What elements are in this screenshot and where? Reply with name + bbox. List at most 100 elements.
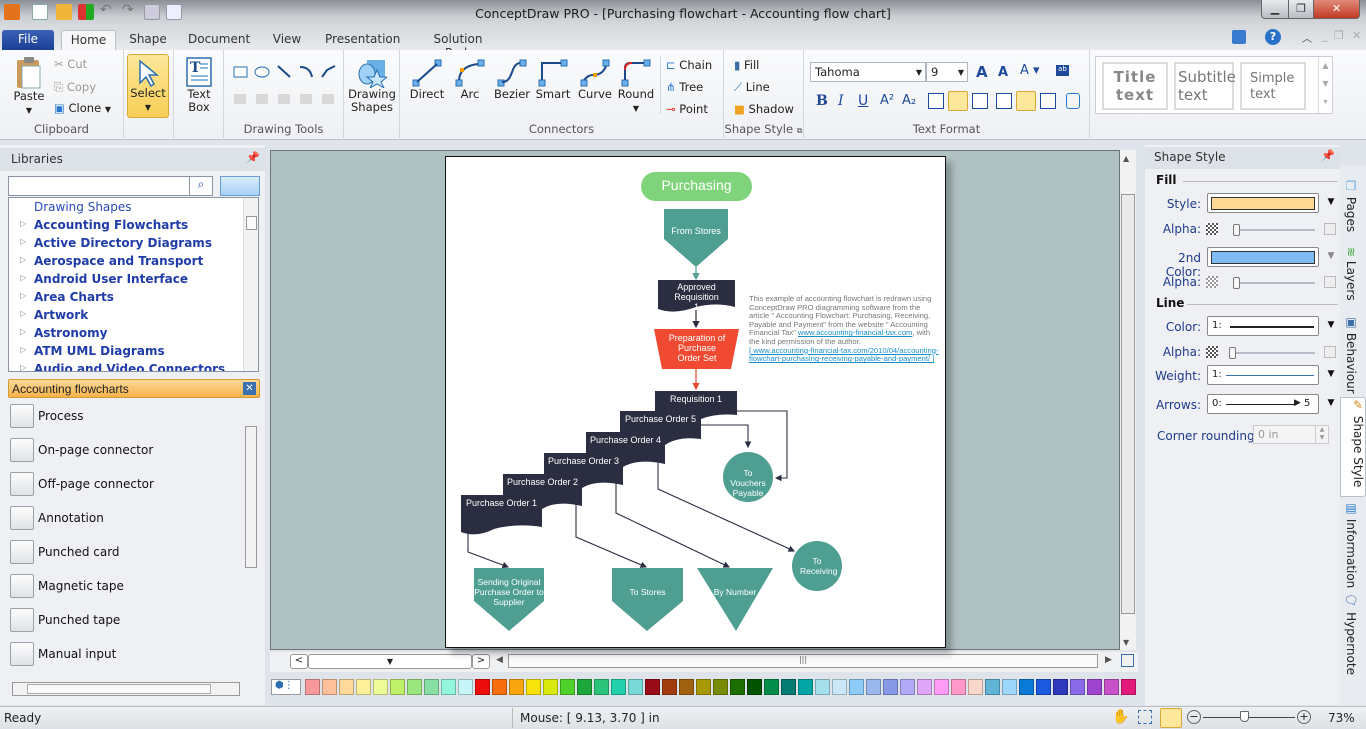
palette-swatch[interactable] [1002,679,1017,695]
connector-arc-button[interactable]: Arc [452,58,488,101]
slider-thumb[interactable] [1233,224,1240,236]
palette-swatch[interactable] [305,679,320,695]
tab-view[interactable]: View [270,30,304,50]
superscript-button[interactable]: A² [880,93,894,108]
italic-button[interactable]: I [838,93,844,109]
from-stores-shape[interactable] [664,209,728,267]
palette-swatch[interactable] [594,679,609,695]
palette-swatch[interactable] [407,679,422,695]
side-tab-hypernote[interactable]: 🗨 Hypernote [1344,593,1358,675]
slider-thumb[interactable] [1229,347,1236,359]
chevron-down-icon[interactable]: ▼ [1324,320,1338,334]
close-library-icon[interactable]: ✕ [243,382,256,395]
dialog-launcher-icon[interactable]: ⧉ [797,126,803,135]
align-right-button[interactable] [972,93,988,109]
zoom-area-icon[interactable] [1138,710,1152,724]
palette-swatch[interactable] [1053,679,1068,695]
palette-options-icon[interactable]: ⬢⋮ [271,679,301,695]
palette-swatch[interactable] [509,679,524,695]
palette-swatch[interactable] [560,679,575,695]
palette-swatch[interactable] [322,679,337,695]
palette-swatch[interactable] [577,679,592,695]
cut-button[interactable]: ✂ Cut [54,57,87,71]
zoom-out-button[interactable]: − [1187,710,1201,724]
palette-swatch[interactable] [492,679,507,695]
palette-swatch[interactable] [934,679,949,695]
fill-style-select[interactable]: ▼ [1207,193,1334,213]
tree-scrollbar[interactable] [243,198,258,371]
tree-item[interactable]: ▷ Audio and Video Connectors [20,362,225,371]
doc-close-icon[interactable]: ✕ [1352,29,1361,42]
palette-swatch[interactable] [424,679,439,695]
search-icon[interactable]: ⌕ [189,176,213,196]
font-color-button[interactable]: A ▾ [1020,63,1040,78]
help-icon[interactable]: ? [1265,29,1281,45]
tree-view-toggle[interactable] [220,176,260,196]
library-shape-item[interactable]: Process [10,404,240,430]
clone-button[interactable]: ▣ Clone ▼ [54,101,111,115]
connector-direct-button[interactable]: Direct [408,58,446,101]
tree-item[interactable]: ▷ Aerospace and Transport [20,254,203,268]
prev-page-button[interactable]: < [290,654,308,669]
second-alpha-slider[interactable] [1233,277,1315,289]
expand-icon[interactable]: ▷ [20,327,26,336]
collapse-ribbon-icon[interactable]: ︿ [1302,30,1312,45]
palette-swatch[interactable] [475,679,490,695]
palette-swatch[interactable] [1019,679,1034,695]
palette-swatch[interactable] [1121,679,1136,695]
palette-swatch[interactable] [662,679,677,695]
paste-button[interactable]: Paste ▼ [10,56,48,117]
palette-swatch[interactable] [1087,679,1102,695]
tree-item[interactable]: ▷ ATM UML Diagrams [20,344,165,358]
library-shape-item[interactable]: Punched card [10,540,240,566]
style-title-text[interactable]: Title text [1102,62,1168,110]
corner-rounding-input[interactable]: 0 in ▲ ▼ [1253,425,1329,444]
fit-to-window-button[interactable] [1160,708,1182,728]
palette-swatch[interactable] [985,679,1000,695]
highlight-button[interactable]: ab [1056,65,1069,76]
tab-home[interactable]: Home [61,30,116,50]
library-search-input[interactable] [8,176,190,196]
valign-bottom-button[interactable] [1040,93,1056,109]
expand-icon[interactable]: ▷ [20,219,26,228]
library-shape-item[interactable]: Magnetic tape [10,574,240,600]
tab-document[interactable]: Document [188,30,250,50]
text-spacing-button[interactable] [1066,93,1080,109]
article-link[interactable]: [ www.accounting-financial-tax.com/2010/… [749,346,939,364]
palette-swatch[interactable] [730,679,745,695]
zoom-slider[interactable] [1203,711,1295,722]
library-shape-item[interactable]: Annotation [10,506,240,532]
side-tab-behaviour[interactable]: ▣ Behaviour [1344,315,1358,394]
align-left-button[interactable] [928,93,944,109]
tree-item[interactable]: ▷ Accounting Flowcharts [20,218,188,232]
chevron-down-icon[interactable]: ▼ [1324,369,1338,383]
expand-icon[interactable]: ▷ [20,363,26,371]
zoom-slider-thumb[interactable] [1240,711,1250,722]
spinner-icon[interactable]: ▲ ▼ [1315,426,1328,443]
canvas-vscrollbar[interactable]: ▲ ▼ [1120,150,1136,650]
expand-icon[interactable]: ▷ [20,273,26,282]
palette-swatch[interactable] [747,679,762,695]
palette-swatch[interactable] [390,679,405,695]
library-shape-item[interactable]: Off-page connector [10,472,240,498]
slider-thumb[interactable] [1233,277,1240,289]
doc-minimize-icon[interactable]: _ [1322,29,1328,42]
tree-item[interactable]: Drawing Shapes [34,200,132,214]
palette-swatch[interactable] [696,679,711,695]
connector-bezier-button[interactable]: Bezier [492,58,532,101]
palette-swatch[interactable] [883,679,898,695]
tree-item[interactable]: ▷ Android User Interface [20,272,188,286]
to-stores-shape[interactable] [612,568,683,631]
grow-font-button[interactable]: A [976,63,988,81]
library-shape-item[interactable]: Manual input [10,642,240,668]
by-number-shape[interactable] [697,568,773,631]
palette-swatch[interactable] [798,679,813,695]
fit-page-icon[interactable] [1121,654,1134,667]
shrink-font-button[interactable]: A [998,65,1008,80]
fill-button[interactable]: ▮ Fill [734,58,759,72]
palette-swatch[interactable] [832,679,847,695]
close-button[interactable]: ✕ [1313,0,1360,19]
scroll-up-arrow[interactable]: ▲ [1123,154,1129,163]
point-button[interactable]: ⊸ Point [666,102,708,116]
palette-swatch[interactable] [441,679,456,695]
